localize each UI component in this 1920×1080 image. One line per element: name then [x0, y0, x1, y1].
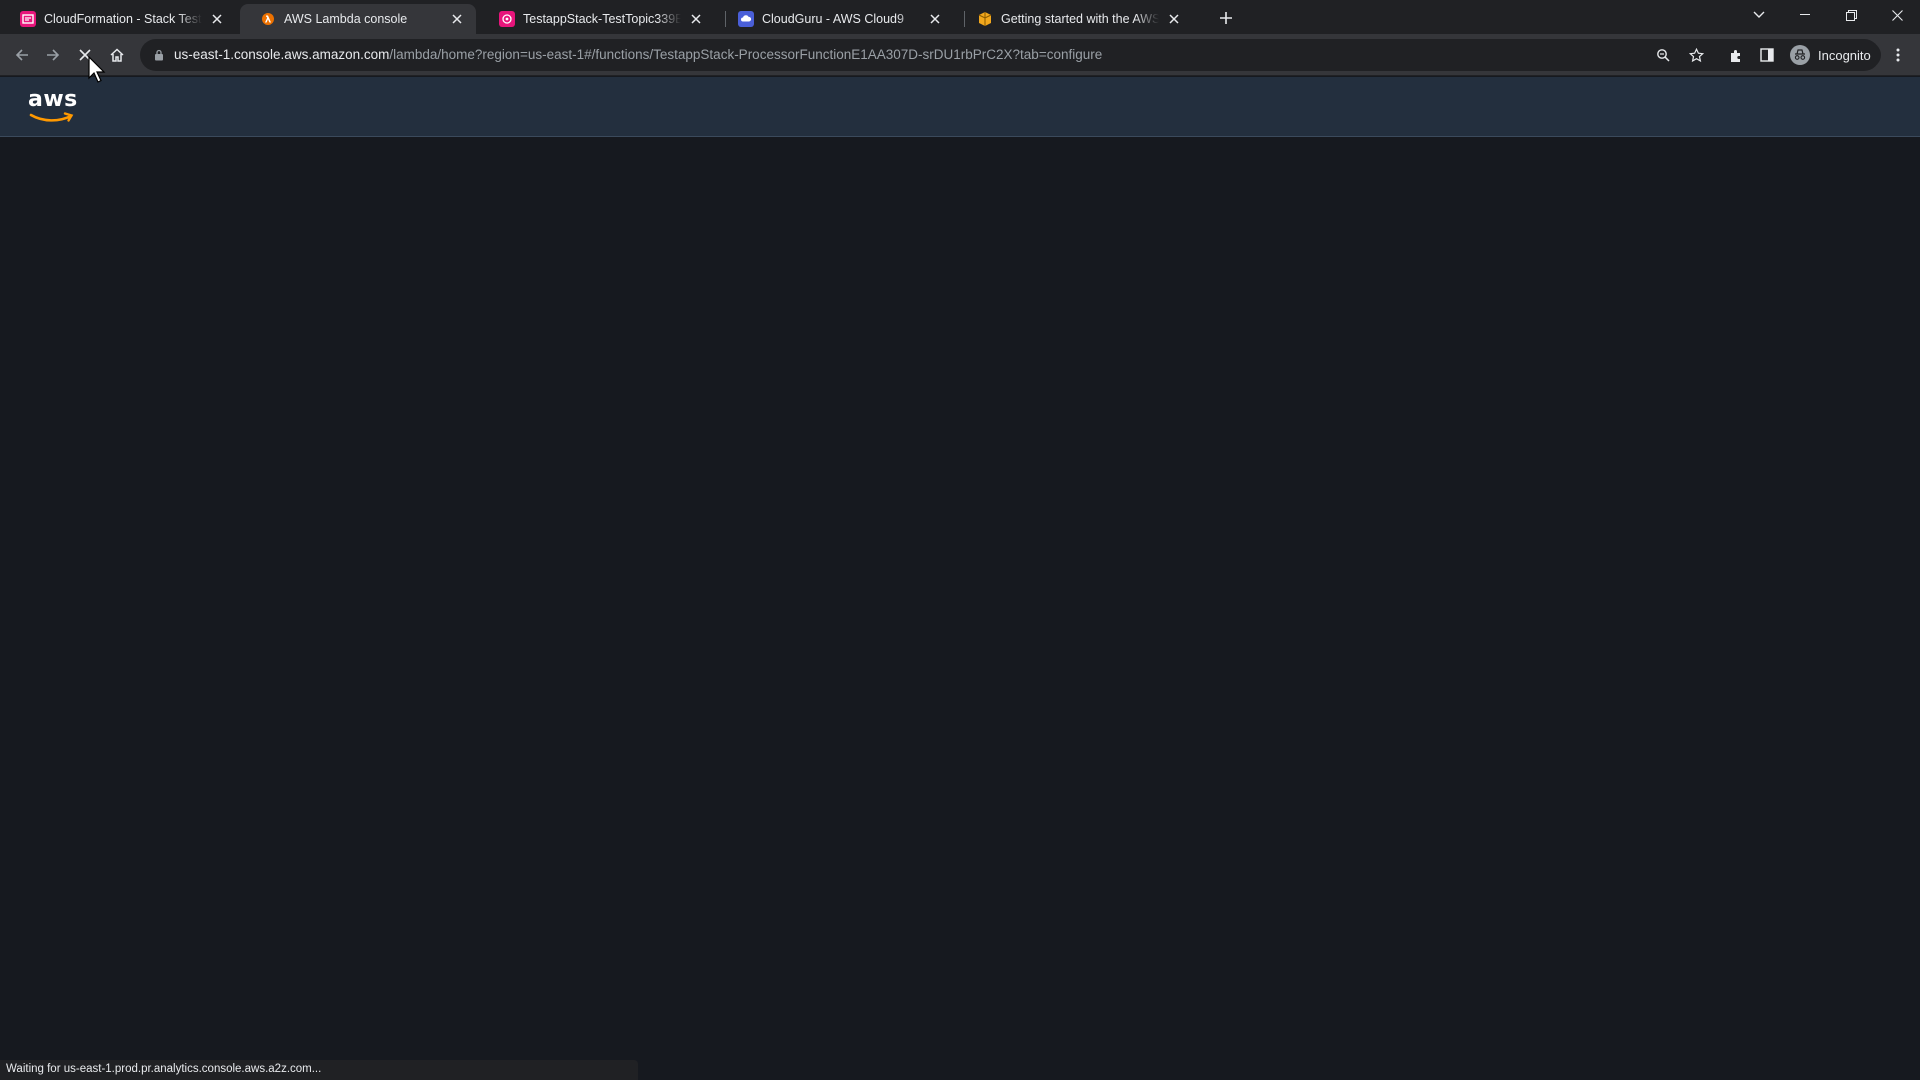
cdk-icon: [977, 11, 993, 27]
tab-title: TestappStack-TestTopic339EC197: [523, 12, 681, 26]
browser-status-bubble: Waiting for us-east-1.prod.pr.analytics.…: [0, 1060, 638, 1080]
close-tab-icon[interactable]: [208, 10, 226, 28]
tab-cloudformation[interactable]: CloudFormation - Stack Testapp: [0, 4, 236, 34]
lock-icon[interactable]: [150, 46, 168, 64]
incognito-profile-button[interactable]: Incognito: [1786, 42, 1881, 68]
back-icon[interactable]: [9, 42, 35, 68]
browser-toolbar: us-east-1.console.aws.amazon.com/lambda/…: [0, 34, 1920, 76]
sns-icon: [499, 11, 515, 27]
close-tab-icon[interactable]: [926, 10, 944, 28]
cloudformation-icon: [20, 11, 36, 27]
tab-search-icon[interactable]: [1736, 0, 1782, 30]
tab-title: CloudFormation - Stack Testapp: [44, 12, 202, 26]
new-tab-icon[interactable]: [1214, 6, 1238, 30]
tab-title: AWS Lambda console: [284, 12, 408, 26]
mouse-cursor-icon: [88, 56, 106, 83]
side-panel-icon[interactable]: [1757, 45, 1777, 65]
url-text[interactable]: us-east-1.console.aws.amazon.com/lambda/…: [174, 47, 1102, 62]
tab-title: Getting started with the AWS CDK: [1001, 12, 1159, 26]
tab-cdk-getting-started[interactable]: Getting started with the AWS CDK: [957, 4, 1193, 34]
cloud9-icon: [738, 11, 754, 27]
tab-lambda-console[interactable]: AWS Lambda console: [240, 4, 476, 34]
browser-tab-strip: CloudFormation - Stack Testapp AWS Lambd…: [0, 0, 1920, 34]
lambda-icon: [260, 11, 276, 27]
minimize-icon[interactable]: [1782, 0, 1828, 30]
restore-icon[interactable]: [1828, 0, 1874, 30]
aws-smile-icon: [29, 112, 74, 122]
home-icon[interactable]: [104, 42, 130, 68]
incognito-icon: [1790, 45, 1810, 65]
tab-title: CloudGuru - AWS Cloud9: [762, 12, 904, 26]
forward-icon[interactable]: [40, 42, 66, 68]
extensions-icon[interactable]: [1726, 45, 1746, 65]
close-tab-icon[interactable]: [687, 10, 705, 28]
aws-console-header: aws: [0, 77, 1920, 137]
address-bar[interactable]: us-east-1.console.aws.amazon.com/lambda/…: [140, 39, 1880, 71]
aws-logo-text: aws: [28, 87, 78, 112]
close-window-icon[interactable]: [1874, 0, 1920, 30]
profile-label: Incognito: [1818, 47, 1871, 63]
url-host: us-east-1.console.aws.amazon.com: [174, 47, 390, 62]
page-content-loading: [0, 138, 1920, 1080]
aws-logo[interactable]: aws: [28, 87, 78, 123]
close-tab-icon[interactable]: [1165, 10, 1183, 28]
url-path: /lambda/home?region=us-east-1#/functions…: [389, 47, 1103, 62]
bookmark-star-icon[interactable]: [1687, 46, 1705, 64]
zoom-icon[interactable]: [1654, 46, 1672, 64]
tab-sns-topic[interactable]: TestappStack-TestTopic339EC197: [479, 4, 715, 34]
close-tab-icon[interactable]: [448, 10, 466, 28]
browser-menu-icon[interactable]: [1888, 45, 1908, 65]
tab-cloud9[interactable]: CloudGuru - AWS Cloud9: [718, 4, 954, 34]
